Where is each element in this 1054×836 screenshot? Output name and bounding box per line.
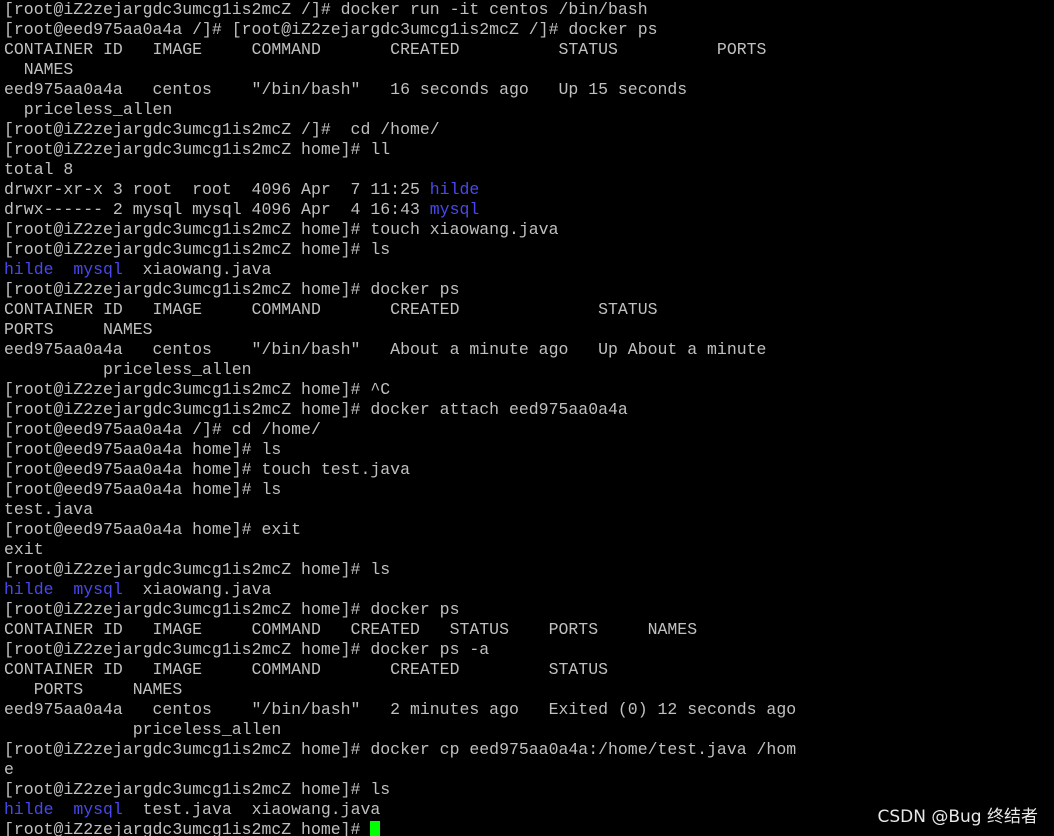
terminal-line: drwxr-xr-x 3 root root 4096 Apr 7 11:25 … bbox=[4, 180, 1050, 200]
terminal-line: [root@iZ2zejargdc3umcg1is2mcZ home]# doc… bbox=[4, 280, 460, 299]
directory-name-mysql: mysql bbox=[73, 580, 123, 599]
terminal-line: [root@iZ2zejargdc3umcg1is2mcZ home]# ls bbox=[4, 560, 391, 579]
terminal-line: [root@iZ2zejargdc3umcg1is2mcZ home]# doc… bbox=[4, 640, 490, 659]
directory-name-hilde: hilde bbox=[4, 260, 54, 279]
terminal-line: [root@iZ2zejargdc3umcg1is2mcZ home]# doc… bbox=[4, 600, 460, 619]
terminal-text: xiaowang.java bbox=[122, 580, 272, 599]
terminal-line: hilde mysql xiaowang.java bbox=[4, 260, 1050, 280]
terminal-line: hilde mysql xiaowang.java bbox=[4, 580, 1050, 600]
terminal-line: exit bbox=[4, 540, 44, 559]
block-cursor-icon bbox=[370, 821, 381, 836]
terminal-line: [root@eed975aa0a4a /]# [root@iZ2zejargdc… bbox=[4, 20, 658, 39]
terminal-line: [root@eed975aa0a4a /]# cd /home/ bbox=[4, 420, 321, 439]
terminal-line: CONTAINER ID IMAGE COMMAND CREATED STATU… bbox=[4, 660, 608, 679]
watermark: CSDN @Bug 终结者 bbox=[877, 807, 1038, 827]
terminal-line: PORTS NAMES bbox=[4, 680, 183, 699]
terminal-line: drwx------ 2 mysql mysql 4096 Apr 4 16:4… bbox=[4, 200, 1050, 220]
terminal-line: [root@iZ2zejargdc3umcg1is2mcZ home]# tou… bbox=[4, 220, 559, 239]
terminal-line: total 8 bbox=[4, 160, 74, 179]
terminal-line: [root@eed975aa0a4a home]# exit bbox=[4, 520, 302, 539]
terminal-text: xiaowang.java bbox=[122, 260, 272, 279]
directory-name-hilde: hilde bbox=[429, 180, 480, 199]
terminal-line: [root@iZ2zejargdc3umcg1is2mcZ home]# ls bbox=[4, 780, 391, 799]
terminal-prompt: [root@iZ2zejargdc3umcg1is2mcZ home]# bbox=[4, 820, 371, 836]
terminal-line: [root@iZ2zejargdc3umcg1is2mcZ /]# docker… bbox=[4, 0, 648, 19]
terminal-line: eed975aa0a4a centos "/bin/bash" About a … bbox=[4, 340, 767, 359]
terminal-text: drwx------ 2 mysql mysql 4096 Apr 4 16:4… bbox=[4, 200, 430, 219]
terminal-line: [root@iZ2zejargdc3umcg1is2mcZ home]# doc… bbox=[4, 400, 628, 419]
directory-name-mysql: mysql bbox=[429, 200, 480, 219]
terminal-line: CONTAINER ID IMAGE COMMAND CREATED STATU… bbox=[4, 300, 658, 319]
terminal-line: NAMES bbox=[4, 60, 74, 79]
terminal-line: [root@iZ2zejargdc3umcg1is2mcZ home]# ls bbox=[4, 240, 391, 259]
terminal-text: test.java xiaowang.java bbox=[122, 800, 381, 819]
terminal-line: CONTAINER ID IMAGE COMMAND CREATED STATU… bbox=[4, 620, 698, 639]
terminal-line: eed975aa0a4a centos "/bin/bash" 16 secon… bbox=[4, 80, 688, 99]
terminal-line: priceless_allen bbox=[4, 720, 282, 739]
terminal-line: [root@eed975aa0a4a home]# ls bbox=[4, 480, 282, 499]
terminal-line: [root@iZ2zejargdc3umcg1is2mcZ home]# ll bbox=[4, 140, 391, 159]
directory-name-mysql: mysql bbox=[73, 260, 123, 279]
terminal-window[interactable]: [root@iZ2zejargdc3umcg1is2mcZ /]# docker… bbox=[4, 0, 1050, 836]
directory-name-mysql: mysql bbox=[73, 800, 123, 819]
terminal-line: [root@eed975aa0a4a home]# ls bbox=[4, 440, 282, 459]
terminal-line: [root@iZ2zejargdc3umcg1is2mcZ /]# cd /ho… bbox=[4, 120, 440, 139]
terminal-line: priceless_allen bbox=[4, 100, 173, 119]
terminal-line: PORTS NAMES bbox=[4, 320, 153, 339]
terminal-line: [root@iZ2zejargdc3umcg1is2mcZ home]# doc… bbox=[4, 740, 797, 759]
terminal-line: priceless_allen bbox=[4, 360, 252, 379]
terminal-text: drwxr-xr-x 3 root root 4096 Apr 7 11:25 bbox=[4, 180, 430, 199]
terminal-line: CONTAINER ID IMAGE COMMAND CREATED STATU… bbox=[4, 40, 767, 59]
terminal-line: [root@eed975aa0a4a home]# touch test.jav… bbox=[4, 460, 410, 479]
directory-name-hilde: hilde bbox=[4, 800, 54, 819]
terminal-line: test.java bbox=[4, 500, 94, 519]
terminal-line: [root@iZ2zejargdc3umcg1is2mcZ home]# ^C bbox=[4, 380, 391, 399]
terminal-line: e bbox=[4, 760, 14, 779]
directory-name-hilde: hilde bbox=[4, 580, 54, 599]
terminal-line: eed975aa0a4a centos "/bin/bash" 2 minute… bbox=[4, 700, 797, 719]
